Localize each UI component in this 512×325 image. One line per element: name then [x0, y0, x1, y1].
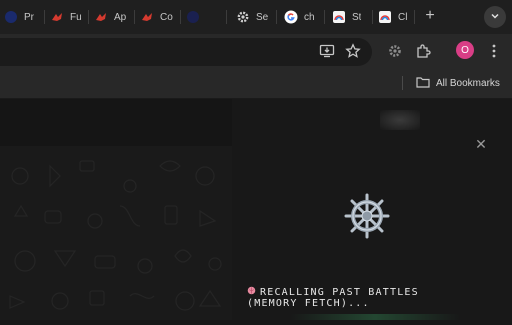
tab[interactable]: Cl	[378, 5, 407, 29]
bookmarks-separator	[402, 76, 403, 90]
loading-status-text: RECALLING PAST BATTLES (MEMORY FETCH)...	[247, 286, 497, 310]
tab[interactable]: Se	[236, 5, 268, 29]
tab-label: Cl	[398, 11, 408, 23]
tab-separator	[226, 10, 227, 24]
tab-label: Se	[256, 11, 269, 23]
tab-label: St	[352, 11, 362, 23]
chevron-down-icon	[490, 8, 500, 26]
tab-separator	[134, 10, 135, 24]
profile-avatar[interactable]: O	[456, 41, 474, 59]
progress-glow	[290, 314, 460, 320]
brain-icon	[247, 286, 256, 298]
google-icon	[284, 10, 298, 24]
tab-label: Ap	[114, 11, 127, 23]
tab[interactable]: ch	[284, 5, 315, 29]
tab-label: Co	[160, 11, 173, 23]
tab-separator	[324, 10, 325, 24]
all-bookmarks-button[interactable]: All Bookmarks	[416, 74, 500, 92]
tab-separator	[372, 10, 373, 24]
tab-separator	[276, 10, 277, 24]
tab-label: Pr	[24, 11, 34, 23]
rainbow-icon	[332, 10, 346, 24]
close-button[interactable]: ✕	[474, 136, 488, 152]
tab[interactable]: Co	[140, 5, 173, 29]
tab[interactable]: St	[332, 5, 361, 29]
tab[interactable]: Pr	[4, 5, 34, 29]
tab-separator	[44, 10, 45, 24]
bookmark-star-icon[interactable]	[344, 42, 362, 60]
status-line-2: (MEMORY FETCH)...	[247, 298, 370, 309]
extensions-puzzle-icon[interactable]	[414, 42, 432, 60]
folder-icon	[416, 76, 430, 91]
red-bird-icon	[50, 10, 64, 24]
tab[interactable]	[186, 5, 206, 29]
tab-label: Fu	[70, 11, 82, 23]
tab-label: ch	[304, 11, 315, 23]
install-app-icon[interactable]	[318, 42, 336, 60]
red-bird-icon	[140, 10, 154, 24]
tab[interactable]: Ap	[94, 5, 126, 29]
tab-search-button[interactable]	[484, 6, 506, 28]
dark-globe-icon	[186, 10, 200, 24]
tab[interactable]: Fu	[50, 5, 82, 29]
tab-separator	[180, 10, 181, 24]
tab-separator	[88, 10, 89, 24]
doodle-background	[0, 146, 232, 320]
rainbow-icon	[378, 10, 392, 24]
ship-wheel-icon	[343, 192, 391, 240]
globe-icon	[4, 10, 18, 24]
all-bookmarks-label: All Bookmarks	[436, 77, 500, 89]
status-line-1: RECALLING PAST BATTLES	[260, 286, 419, 298]
more-menu-icon[interactable]	[485, 42, 503, 60]
new-tab-button[interactable]: +	[420, 6, 440, 26]
modal-glow	[380, 110, 420, 130]
tab-separator	[414, 10, 415, 24]
gear-icon	[236, 10, 250, 24]
extension-gear-icon[interactable]	[386, 42, 404, 60]
red-bird-icon	[94, 10, 108, 24]
address-bar[interactable]	[0, 38, 372, 66]
